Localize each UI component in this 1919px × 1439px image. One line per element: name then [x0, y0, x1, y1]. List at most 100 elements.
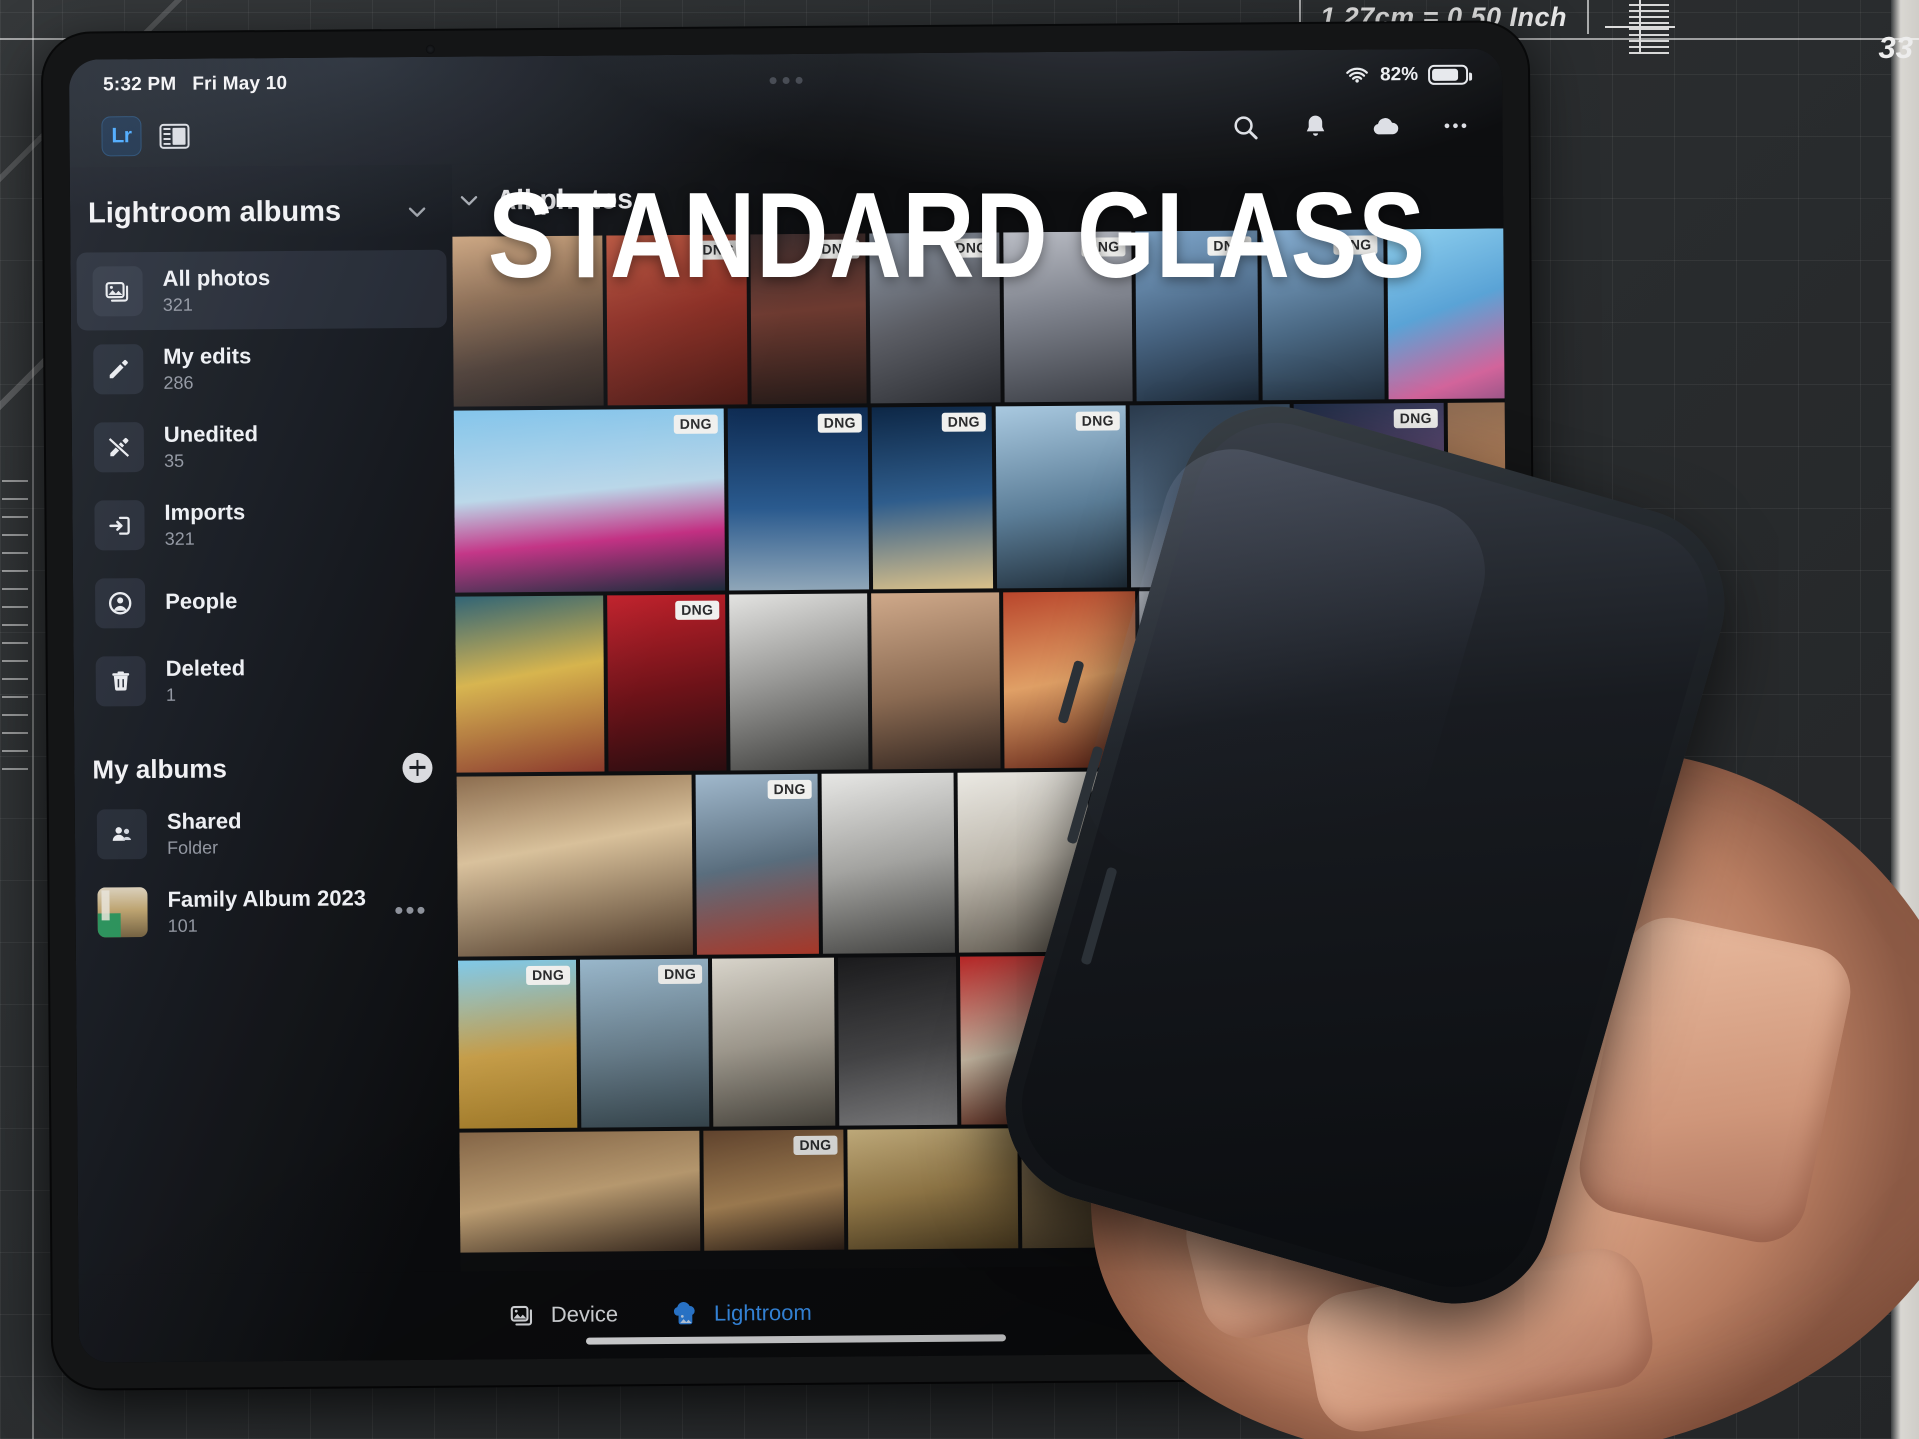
tab-lightroom[interactable]: Lightroom [670, 1298, 812, 1329]
photo-thumbnail[interactable] [711, 957, 836, 1127]
photos-stack-icon [92, 266, 143, 317]
cutting-mat-left-ruler [0, 0, 34, 1439]
dng-badge: DNG [817, 413, 862, 434]
tab-label: Lightroom [713, 1299, 812, 1326]
more-options-icon[interactable] [1440, 111, 1470, 141]
front-camera [425, 44, 435, 54]
chevron-down-icon[interactable] [456, 187, 482, 213]
photo-thumbnail[interactable] [455, 595, 605, 773]
photo-thumbnail[interactable] [847, 1128, 1019, 1250]
device-photos-icon [510, 1305, 533, 1326]
sidebar-item-text: My edits 286 [163, 343, 251, 394]
sidebar-item-text: Imports 321 [164, 499, 245, 550]
sidebar-title: Lightroom albums [87, 195, 342, 230]
ruler-number-label: 33 [1878, 30, 1913, 65]
sidebar-item-people[interactable]: People [79, 562, 450, 643]
sidebar-item-imports[interactable]: Imports 321 [78, 484, 449, 565]
my-albums-header: My albums [74, 718, 457, 796]
album-item-subtitle: Folder [167, 837, 219, 858]
photo-thumbnail[interactable] [459, 1130, 701, 1253]
person-circle-icon [94, 578, 146, 629]
sidebar-item-label: People [165, 587, 238, 614]
album-thumbnail [97, 887, 148, 938]
pencil-icon [93, 344, 144, 395]
sidebar-item-count: 35 [163, 450, 185, 471]
status-bar-date: Fri May 10 [192, 72, 288, 95]
photo-thumbnail[interactable]: DNG [995, 405, 1128, 589]
dng-badge: DNG [526, 965, 571, 986]
sidebar-item-text: All photos 321 [163, 265, 271, 316]
app-top-bar: Lr [69, 94, 1502, 167]
dng-badge: DNG [1393, 408, 1438, 429]
sidebar-item-unedited[interactable]: Unedited 35 [78, 406, 449, 487]
wifi-icon [1346, 67, 1368, 83]
album-more-options-icon[interactable]: ••• [394, 894, 436, 925]
photo-thumbnail[interactable] [871, 592, 1001, 770]
status-bar-right: 82% [1344, 62, 1469, 89]
panel-toggle-icon[interactable] [159, 123, 190, 149]
photo-thumbnail[interactable]: DNG [695, 773, 819, 955]
sidebar-nav: All photos 321 My edits 286 Unedited 35 … [70, 249, 456, 721]
sidebar-header[interactable]: Lightroom albums [70, 183, 452, 231]
dynamic-island-dots [769, 76, 803, 84]
dng-badge: DNG [1075, 411, 1120, 432]
album-item-family-album-2023[interactable]: Family Album 2023 101 ••• [81, 871, 452, 952]
cloud-icon[interactable] [1370, 111, 1400, 141]
sidebar-item-count [165, 617, 237, 618]
sidebar-item-count: 321 [164, 528, 195, 549]
photo-thumbnail[interactable]: DNG [727, 407, 870, 591]
album-item-shared[interactable]: Shared Folder [81, 793, 452, 874]
photo-thumbnail[interactable]: DNG [579, 958, 710, 1128]
dng-badge: DNG [941, 412, 986, 433]
photo-thumbnail[interactable]: DNG [453, 408, 726, 593]
sidebar-item-deleted[interactable]: Deleted 1 [79, 640, 450, 721]
photo-thumbnail[interactable]: DNG [457, 959, 578, 1129]
sidebar-item-text: People [165, 588, 237, 618]
photo-thumbnail[interactable] [729, 593, 869, 771]
my-albums-title: My albums [92, 753, 227, 785]
photo-thumbnail[interactable] [837, 956, 958, 1126]
pencil-slash-icon [93, 422, 145, 473]
album-item-label: Family Album 2023 [167, 885, 367, 912]
notifications-bell-icon[interactable] [1300, 112, 1330, 142]
album-item-text: Family Album 2023 101 [167, 885, 366, 937]
chevron-down-icon[interactable] [404, 198, 430, 224]
lightroom-logo[interactable]: Lr [101, 116, 142, 157]
ruler-crosshair-icon [1605, 0, 1675, 54]
photo-thumbnail[interactable]: DNG [607, 594, 727, 772]
sidebar-item-count: 1 [165, 684, 176, 705]
photo-thumbnail[interactable]: DNG [871, 406, 994, 590]
top-bar-actions [1230, 111, 1470, 143]
photo-thumbnail[interactable] [456, 774, 693, 957]
add-album-icon[interactable] [402, 752, 433, 783]
dng-badge: DNG [658, 964, 703, 985]
dng-badge: DNG [767, 779, 812, 800]
ruler-divider-right [1587, 0, 1589, 34]
shared-people-icon [96, 809, 148, 860]
status-bar-time: 5:32 PM [103, 73, 177, 96]
album-item-text: Shared Folder [167, 808, 242, 859]
sidebar-item-count: 321 [162, 294, 193, 315]
sidebar-item-label: Deleted [165, 655, 246, 681]
dng-badge: DNG [793, 1135, 838, 1156]
photo-thumbnail[interactable]: DNG [703, 1129, 845, 1251]
video-caption-overlay: STANDARD GLASS [488, 167, 1426, 303]
status-bar-left: 5:32 PM Fri May 10 [103, 73, 287, 96]
photo-thumbnail[interactable] [821, 772, 955, 954]
lightroom-cloud-icon [674, 1302, 695, 1325]
dng-badge: DNG [673, 414, 718, 435]
sidebar-item-label: Imports [164, 499, 246, 525]
trash-icon [95, 656, 146, 707]
home-indicator[interactable] [585, 1334, 1006, 1345]
sidebar-item-my-edits[interactable]: My edits 286 [77, 328, 448, 409]
sidebar: Lightroom albums All photos 321 My edits… [69, 164, 461, 1275]
sidebar-item-all-photos[interactable]: All photos 321 [76, 249, 448, 331]
tab-device[interactable]: Device [509, 1300, 618, 1329]
tab-label: Device [550, 1301, 619, 1327]
sidebar-item-text: Unedited 35 [164, 421, 259, 472]
sidebar-item-label: My edits [163, 343, 252, 369]
dng-badge: DNG [675, 600, 720, 621]
sidebar-item-label: All photos [162, 265, 271, 291]
battery-icon [1427, 64, 1469, 85]
search-icon[interactable] [1230, 112, 1260, 142]
